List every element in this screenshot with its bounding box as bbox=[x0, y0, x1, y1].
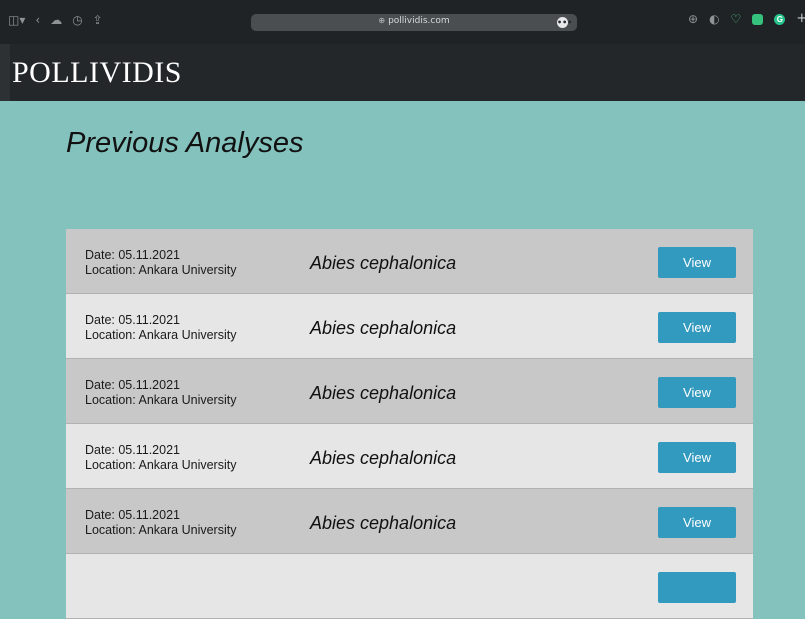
analysis-species: Abies cephalonica bbox=[310, 513, 457, 533]
list-item: Date: 05.11.2021 Location: Ankara Univer… bbox=[66, 489, 753, 554]
analysis-meta: Date: 05.11.2021 Location: Ankara Univer… bbox=[85, 313, 236, 343]
download-icon[interactable]: ⊕ bbox=[688, 13, 698, 25]
view-button[interactable]: View bbox=[658, 247, 736, 278]
view-button[interactable]: View bbox=[658, 312, 736, 343]
analysis-meta: Date: 05.11.2021 Location: Ankara Univer… bbox=[85, 508, 236, 538]
site-header: POLLIVIDIS bbox=[0, 44, 805, 101]
analysis-date: Date: 05.11.2021 bbox=[85, 508, 180, 522]
view-button[interactable] bbox=[658, 572, 736, 603]
share-icon[interactable]: ⇪ bbox=[93, 14, 103, 26]
analysis-date: Date: 05.11.2021 bbox=[85, 378, 180, 392]
url-text: pollividis.com bbox=[388, 16, 450, 26]
history-icon[interactable]: ◷ bbox=[72, 14, 82, 26]
new-tab-icon[interactable]: + bbox=[796, 12, 805, 25]
analysis-location: Location: Ankara University bbox=[85, 393, 237, 407]
list-item: Date: 05.11.2021 Location: Ankara Univer… bbox=[66, 229, 753, 294]
sidebar-toggle-icon[interactable]: ◫▾ bbox=[8, 14, 25, 26]
analysis-location: Location: Ankara University bbox=[85, 523, 237, 537]
analysis-species: Abies cephalonica bbox=[310, 253, 457, 273]
view-button[interactable]: View bbox=[658, 507, 736, 538]
reader-mode-icon[interactable]: ••• bbox=[557, 17, 572, 28]
list-item bbox=[66, 554, 753, 619]
list-item: Date: 05.11.2021 Location: Ankara Univer… bbox=[66, 359, 753, 424]
analysis-date: Date: 05.11.2021 bbox=[85, 443, 180, 457]
analysis-species: Abies cephalonica bbox=[310, 448, 457, 468]
analysis-date: Date: 05.11.2021 bbox=[85, 313, 180, 327]
analysis-date: Date: 05.11.2021 bbox=[85, 248, 180, 262]
shield-extension-icon[interactable]: ♡ bbox=[731, 13, 742, 25]
list-item: Date: 05.11.2021 Location: Ankara Univer… bbox=[66, 294, 753, 359]
address-bar-url: ⊕ pollividis.com bbox=[251, 16, 577, 26]
back-icon[interactable]: ‹ bbox=[35, 14, 40, 26]
toolbar-left-controls: ◫▾ ‹ ☁ ◷ ⇪ bbox=[8, 14, 103, 26]
analysis-location: Location: Ankara University bbox=[85, 263, 237, 277]
analysis-species: Abies cephalonica bbox=[310, 318, 457, 338]
list-item: Date: 05.11.2021 Location: Ankara Univer… bbox=[66, 424, 753, 489]
dark-mode-icon[interactable]: ◐ bbox=[709, 13, 719, 25]
analysis-meta: Date: 05.11.2021 Location: Ankara Univer… bbox=[85, 378, 236, 408]
camera-extension-icon[interactable] bbox=[752, 13, 764, 25]
globe-icon: ⊕ bbox=[378, 16, 386, 25]
page-title: Previous Analyses bbox=[66, 127, 304, 159]
analysis-meta: Date: 05.11.2021 Location: Ankara Univer… bbox=[85, 248, 236, 278]
address-bar[interactable]: ⊕ pollividis.com ••• bbox=[251, 14, 577, 31]
view-button[interactable]: View bbox=[658, 377, 736, 408]
analysis-location: Location: Ankara University bbox=[85, 328, 237, 342]
toolbar-right-controls: ⊕ ◐ ♡ G + bbox=[688, 12, 805, 25]
analysis-location: Location: Ankara University bbox=[85, 458, 237, 472]
site-logo[interactable]: POLLIVIDIS bbox=[12, 56, 182, 90]
grammarly-extension-icon[interactable]: G bbox=[774, 13, 786, 25]
cloud-icon[interactable]: ☁ bbox=[50, 14, 62, 26]
analysis-species: Abies cephalonica bbox=[310, 383, 457, 403]
analyses-list: Date: 05.11.2021 Location: Ankara Univer… bbox=[66, 229, 753, 619]
view-button[interactable]: View bbox=[658, 442, 736, 473]
browser-toolbar: ◫▾ ‹ ☁ ◷ ⇪ ⊕ pollividis.com ••• ⊕ ◐ ♡ G + bbox=[0, 0, 805, 44]
analysis-meta: Date: 05.11.2021 Location: Ankara Univer… bbox=[85, 443, 236, 473]
